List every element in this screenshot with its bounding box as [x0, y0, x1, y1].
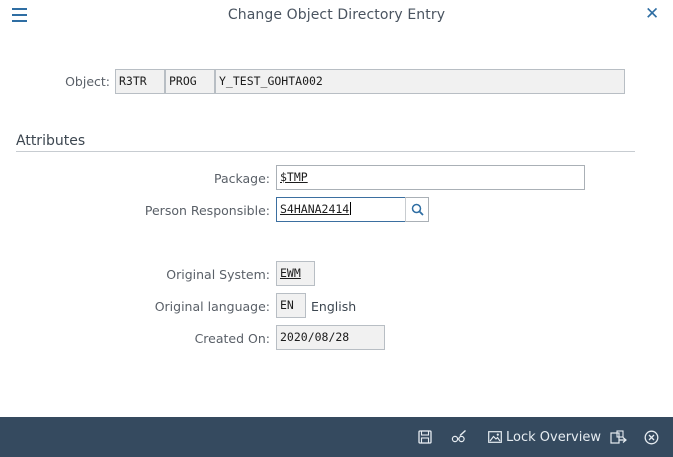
- close-icon[interactable]: ✕: [645, 5, 659, 23]
- cancel-circle-icon: [644, 430, 659, 444]
- save-icon: [418, 430, 432, 444]
- object-type-field: PROG: [165, 69, 215, 94]
- section-divider: [16, 151, 635, 152]
- created-on-label: Created On:: [194, 331, 270, 346]
- person-responsible-field[interactable]: S4HANA2414: [276, 197, 406, 222]
- display-change-button[interactable]: [451, 417, 467, 457]
- original-language-code-field: EN: [276, 293, 306, 318]
- person-responsible-value: S4HANA2414: [280, 202, 350, 216]
- picture-icon: [488, 431, 502, 443]
- page-title: Change Object Directory Entry: [227, 7, 446, 23]
- original-system-label: Original System:: [166, 267, 270, 282]
- original-system-value: EWM: [280, 266, 301, 280]
- glasses-pencil-icon: [451, 430, 466, 443]
- transport-button[interactable]: [610, 417, 627, 457]
- lock-overview-button[interactable]: Lock Overview: [488, 417, 601, 457]
- save-button[interactable]: [418, 417, 432, 457]
- object-pgmid-field: R3TR: [115, 69, 165, 94]
- package-label: Package:: [213, 171, 270, 186]
- package-field[interactable]: $TMP: [276, 165, 585, 190]
- transport-icon: [610, 429, 627, 444]
- text-cursor: [350, 202, 352, 215]
- footer-toolbar: Lock Overview: [0, 417, 673, 457]
- original-system-field: EWM: [276, 261, 315, 286]
- object-label: Object:: [65, 74, 110, 89]
- person-responsible-label: Person Responsible:: [144, 203, 270, 218]
- object-name-field: Y_TEST_GOHTA002: [215, 69, 625, 94]
- attributes-section-title: Attributes: [16, 133, 86, 149]
- value-help-icon: [411, 203, 424, 216]
- package-value: $TMP: [280, 170, 308, 184]
- lock-overview-label: Lock Overview: [506, 429, 601, 445]
- original-language-name: English: [311, 299, 357, 314]
- created-on-field: 2020/08/28: [276, 325, 385, 350]
- value-help-button[interactable]: [405, 197, 429, 222]
- original-language-label: Original language:: [154, 299, 270, 314]
- cancel-button[interactable]: [644, 417, 659, 457]
